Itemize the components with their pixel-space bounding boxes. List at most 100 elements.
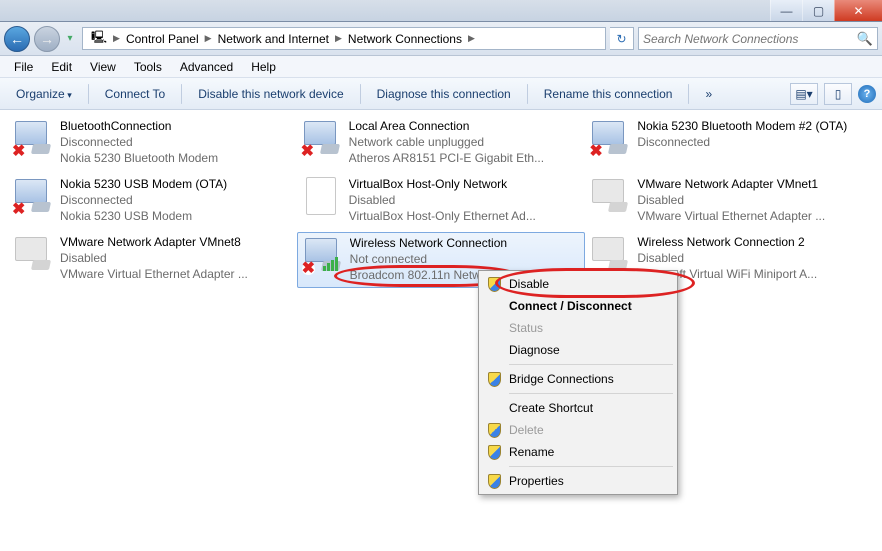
context-menu-item: Status <box>481 317 675 339</box>
breadcrumb-item[interactable]: Control Panel <box>122 32 203 46</box>
network-adapter-icon: ✖ <box>301 118 341 158</box>
connection-name: Nokia 5230 USB Modem (OTA) <box>60 176 227 192</box>
connection-device: VMware Virtual Ethernet Adapter ... <box>637 208 825 224</box>
connection-status: Disconnected <box>637 134 847 150</box>
minimize-button[interactable]: — <box>770 0 802 21</box>
nav-back-button[interactable]: ← <box>4 26 30 52</box>
connection-item[interactable]: ✖ Nokia 5230 USB Modem (OTA)DisconnectedN… <box>8 174 297 230</box>
context-menu-item[interactable]: Bridge Connections <box>481 368 675 390</box>
nav-forward-button[interactable]: → <box>34 26 60 52</box>
connection-item[interactable]: VMware Network Adapter VMnet8DisabledVMw… <box>8 232 297 288</box>
menu-file[interactable]: File <box>6 58 41 76</box>
network-adapter-icon <box>301 176 341 216</box>
titlebar: — ▢ ✕ <box>0 0 882 22</box>
context-menu-item[interactable]: Properties <box>481 470 675 492</box>
connection-device: Nokia 5230 Bluetooth Modem <box>60 150 218 166</box>
context-menu-label: Diagnose <box>509 343 560 357</box>
connection-status: Network cable unplugged <box>349 134 544 150</box>
network-adapter-icon <box>589 234 629 274</box>
connection-name: VMware Network Adapter VMnet8 <box>60 234 248 250</box>
organize-button[interactable]: Organize <box>6 83 82 105</box>
maximize-button[interactable]: ▢ <box>802 0 834 21</box>
context-menu-item[interactable]: Connect / Disconnect <box>481 295 675 317</box>
preview-pane-button[interactable]: ▯ <box>824 83 852 105</box>
menu-view[interactable]: View <box>82 58 124 76</box>
menu-advanced[interactable]: Advanced <box>172 58 241 76</box>
connection-device: Nokia 5230 USB Modem <box>60 208 227 224</box>
connection-device: VirtualBox Host-Only Ethernet Ad... <box>349 208 536 224</box>
search-icon[interactable]: 🔍 <box>857 31 873 47</box>
context-menu-label: Connect / Disconnect <box>509 299 632 313</box>
rename-button[interactable]: Rename this connection <box>534 83 683 105</box>
connection-item[interactable]: ✖ BluetoothConnectionDisconnectedNokia 52… <box>8 116 297 172</box>
breadcrumb-icon[interactable]: 🖳 <box>87 28 111 49</box>
connections-list: ✖BluetoothConnectionDisconnectedNokia 52… <box>0 110 882 551</box>
disable-device-button[interactable]: Disable this network device <box>188 83 353 105</box>
toolbar: Organize Connect To Disable this network… <box>0 78 882 110</box>
context-menu-label: Disable <box>509 277 549 291</box>
connection-item[interactable]: VirtualBox Host-Only NetworkDisabledVirt… <box>297 174 586 230</box>
connect-to-button[interactable]: Connect To <box>95 83 176 105</box>
menu-bar: File Edit View Tools Advanced Help <box>0 56 882 78</box>
connection-name: BluetoothConnection <box>60 118 218 134</box>
connection-item[interactable]: ✖Local Area ConnectionNetwork cable unpl… <box>297 116 586 172</box>
context-menu-label: Status <box>509 321 543 335</box>
refresh-button[interactable]: ↻ <box>610 27 634 50</box>
context-menu-item[interactable]: Create Shortcut <box>481 397 675 419</box>
breadcrumb-item[interactable]: Network Connections <box>344 32 466 46</box>
more-commands-button[interactable]: » <box>695 83 722 105</box>
context-menu-label: Bridge Connections <box>509 372 614 386</box>
breadcrumb[interactable]: 🖳 ▶ Control Panel ▶ Network and Internet… <box>82 27 606 50</box>
breadcrumb-item[interactable]: Network and Internet <box>214 32 333 46</box>
connection-status: Not connected <box>350 251 507 267</box>
connection-status: Disabled <box>349 192 536 208</box>
shield-icon <box>486 371 502 387</box>
chevron-right-icon[interactable]: ▶ <box>335 33 342 44</box>
context-menu-item: Delete <box>481 419 675 441</box>
network-adapter-icon <box>12 234 52 274</box>
shield-icon <box>486 422 502 438</box>
connection-status: Disabled <box>60 250 248 266</box>
context-menu-label: Properties <box>509 474 564 488</box>
connection-status: Disconnected <box>60 134 218 150</box>
connection-name: Wireless Network Connection 2 <box>637 234 817 250</box>
context-menu-label: Delete <box>509 423 544 437</box>
shield-icon <box>486 276 502 292</box>
shield-icon <box>486 473 502 489</box>
network-adapter-icon <box>589 176 629 216</box>
chevron-right-icon[interactable]: ▶ <box>113 33 120 44</box>
shield-icon <box>486 444 502 460</box>
connection-device: Atheros AR8151 PCI-E Gigabit Eth... <box>349 150 544 166</box>
connection-name: Wireless Network Connection <box>350 235 507 251</box>
menu-tools[interactable]: Tools <box>126 58 170 76</box>
diagnose-button[interactable]: Diagnose this connection <box>367 83 521 105</box>
context-menu-label: Create Shortcut <box>509 401 593 415</box>
connection-device: VMware Virtual Ethernet Adapter ... <box>60 266 248 282</box>
network-adapter-icon: ✖ <box>12 176 52 216</box>
menu-edit[interactable]: Edit <box>43 58 80 76</box>
help-icon[interactable]: ? <box>858 85 876 103</box>
chevron-right-icon[interactable]: ▶ <box>468 33 475 44</box>
context-menu-label: Rename <box>509 445 554 459</box>
connection-status: Disabled <box>637 250 817 266</box>
connection-item[interactable]: VMware Network Adapter VMnet1DisabledVMw… <box>585 174 874 230</box>
network-adapter-icon: ✖ <box>302 235 342 275</box>
close-button[interactable]: ✕ <box>834 0 882 21</box>
network-adapter-icon: ✖ <box>589 118 629 158</box>
search-box[interactable]: 🔍 <box>638 27 878 50</box>
connection-name: Nokia 5230 Bluetooth Modem #2 (OTA) <box>637 118 847 134</box>
connection-item[interactable]: ✖ Nokia 5230 Bluetooth Modem #2 (OTA)Disc… <box>585 116 874 172</box>
network-adapter-icon: ✖ <box>12 118 52 158</box>
search-input[interactable] <box>643 32 857 46</box>
context-menu: Disable Connect / Disconnect Status Diagnos… <box>478 270 678 495</box>
context-menu-item[interactable]: Disable <box>481 273 675 295</box>
context-menu-item[interactable]: Rename <box>481 441 675 463</box>
nav-history-dropdown[interactable]: ▾ <box>62 31 78 47</box>
connection-status: Disabled <box>637 192 825 208</box>
connection-name: VirtualBox Host-Only Network <box>349 176 536 192</box>
context-menu-item[interactable]: Diagnose <box>481 339 675 361</box>
chevron-right-icon[interactable]: ▶ <box>205 33 212 44</box>
view-mode-button[interactable]: ▤▾ <box>790 83 818 105</box>
connection-status: Disconnected <box>60 192 227 208</box>
menu-help[interactable]: Help <box>243 58 284 76</box>
